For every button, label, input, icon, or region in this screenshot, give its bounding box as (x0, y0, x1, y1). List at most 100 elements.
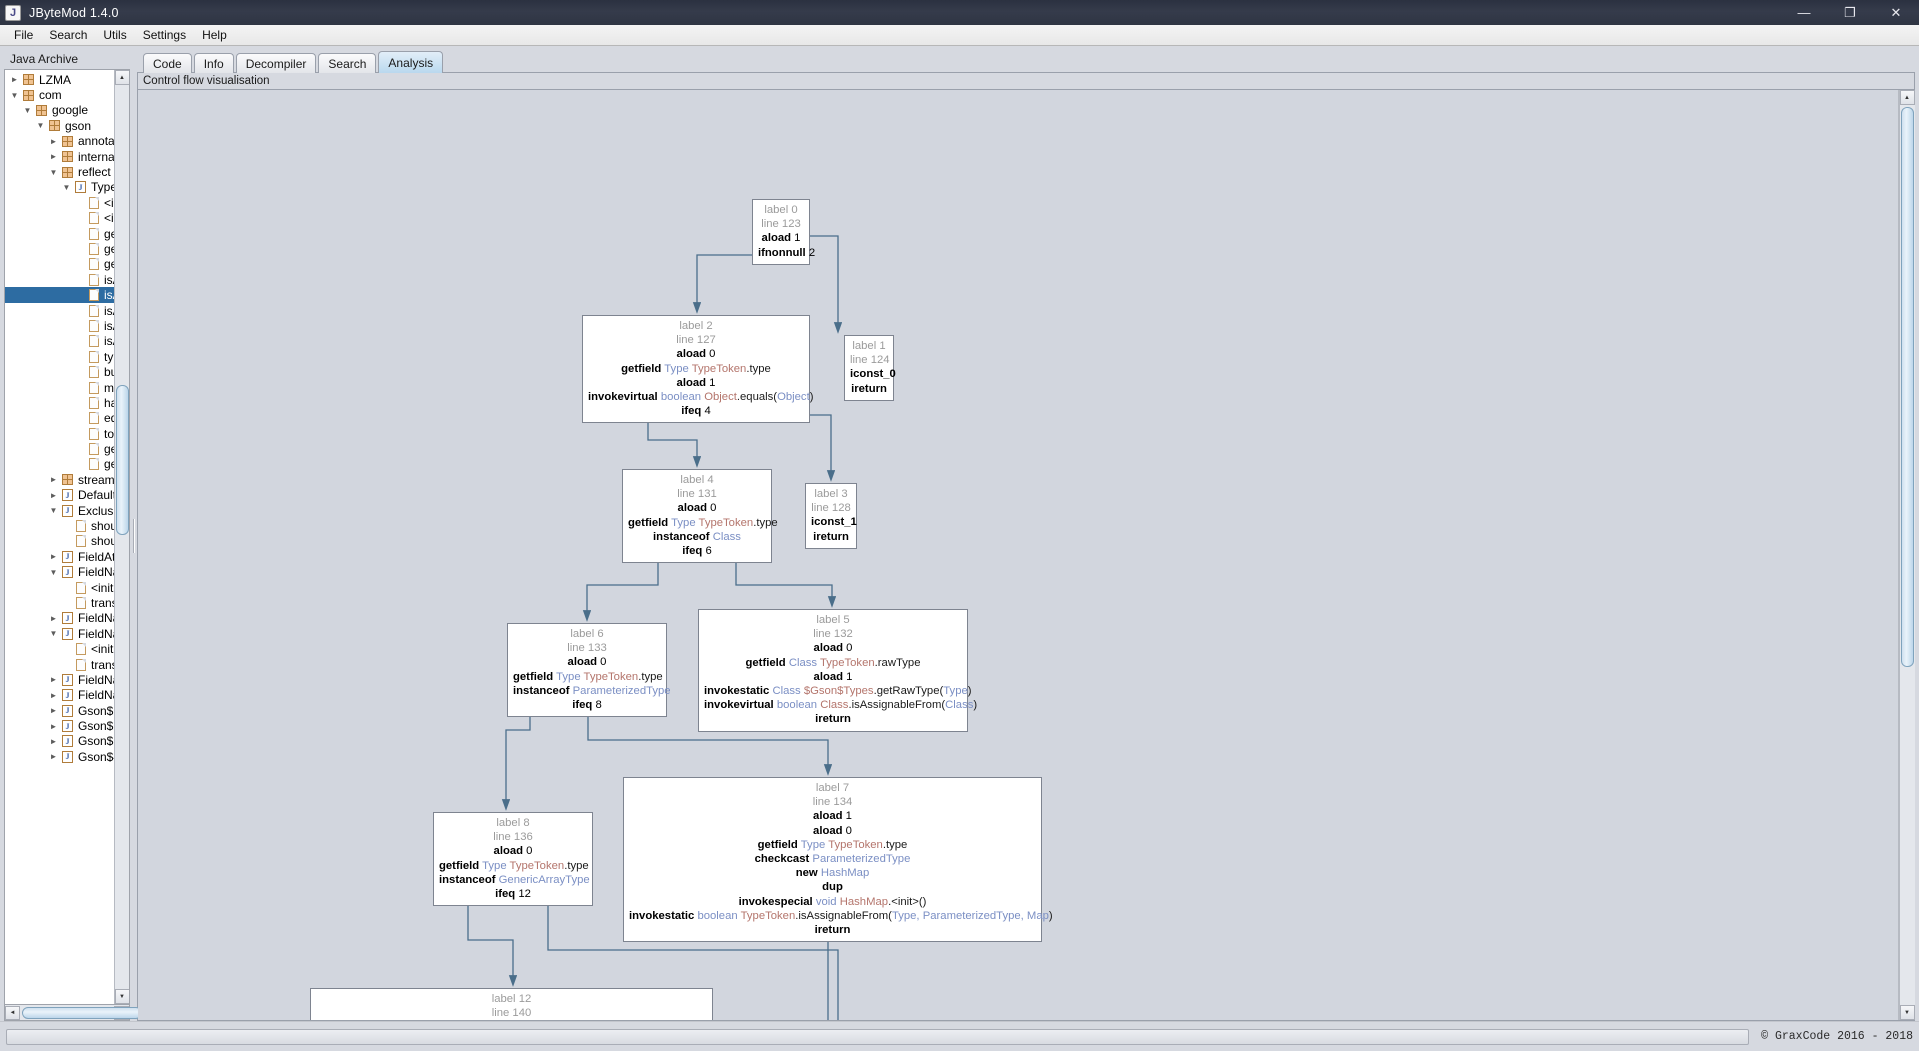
tree-item[interactable]: hashCode (5, 395, 114, 410)
tree-scroll-up-icon[interactable]: ▲ (114, 70, 129, 85)
menu-item-utils[interactable]: Utils (95, 26, 134, 44)
tree-vertical-scrollbar[interactable]: ▲ ▼ (114, 70, 129, 1004)
tree-item[interactable]: getRawType (5, 241, 114, 256)
maximize-button[interactable]: ❐ (1827, 0, 1873, 25)
tree-item[interactable]: <init> (5, 211, 114, 226)
tree-expand-toggle-open-icon[interactable]: ▼ (47, 506, 60, 515)
menu-item-search[interactable]: Search (41, 26, 95, 44)
tree-expand-toggle-open-icon[interactable]: ▼ (47, 568, 60, 577)
tree-expand-toggle-closed-icon[interactable]: ► (8, 75, 21, 84)
tree-expand-toggle-closed-icon[interactable]: ► (47, 614, 60, 623)
graph-node[interactable]: label 2 line 127 aload 0 getfield Type Type… (582, 315, 813, 424)
canvas-vertical-scrollbar[interactable]: ▲ ▼ (1899, 90, 1915, 1020)
tree-item[interactable]: buildUnex (5, 364, 114, 379)
canvas-scroll-track[interactable] (1899, 105, 1915, 1005)
tree-item[interactable]: ►JFieldNam (5, 611, 114, 626)
tree-item[interactable]: getSuper (5, 257, 114, 272)
tree-item[interactable]: should (5, 534, 114, 549)
tree-item[interactable]: isAssign (5, 287, 114, 303)
tree-expand-toggle-open-icon[interactable]: ▼ (47, 629, 60, 638)
tree-item[interactable]: typeEquals (5, 349, 114, 364)
tab-code[interactable]: Code (143, 53, 192, 73)
graph-node[interactable]: label 8 line 136 aload 0 getfield Type Type… (433, 812, 593, 907)
tree-expand-toggle-closed-icon[interactable]: ► (47, 152, 60, 161)
tree-item[interactable]: ►JGson$3 (5, 734, 114, 749)
tree-item[interactable]: ► stream (5, 472, 114, 487)
java-archive-tree[interactable]: ► LZMA ▼ com ▼ google ▼ gson ► annotations ► intern… (5, 70, 114, 1004)
minimize-button[interactable]: — (1781, 0, 1827, 25)
tree-hscroll-thumb[interactable] (22, 1006, 142, 1019)
tree-item[interactable]: get (5, 441, 114, 456)
tree-expand-toggle-closed-icon[interactable]: ► (47, 137, 60, 146)
tree-item[interactable]: ▼JExclusion (5, 503, 114, 518)
graph-node[interactable]: label 5 line 132 aload 0 getfield Class Typ… (698, 609, 977, 732)
control-flow-canvas[interactable]: label 0 line 123 aload 1 ifnonnull 2 label 2… (138, 90, 1899, 1020)
tree-expand-toggle-open-icon[interactable]: ▼ (60, 183, 73, 192)
tree-item[interactable]: ►JDefaultD (5, 488, 114, 503)
tree-expand-toggle-closed-icon[interactable]: ► (47, 752, 60, 761)
tree-expand-toggle-closed-icon[interactable]: ► (47, 675, 60, 684)
tree-item[interactable]: <init> (5, 195, 114, 210)
tree-expand-toggle-closed-icon[interactable]: ► (47, 691, 60, 700)
menu-item-settings[interactable]: Settings (135, 26, 194, 44)
tree-item[interactable]: transl (5, 595, 114, 610)
tree-expand-toggle-open-icon[interactable]: ▼ (8, 91, 21, 100)
tree-item[interactable]: ►JGson$2 (5, 718, 114, 733)
tab-decompiler[interactable]: Decompiler (235, 53, 317, 73)
tree-horizontal-scrollbar[interactable]: ◄ ► (4, 1005, 142, 1021)
tree-item[interactable]: ►JGson$4 (5, 749, 114, 764)
canvas-scroll-down-icon[interactable]: ▼ (1899, 1005, 1915, 1020)
tree-item[interactable]: should (5, 518, 114, 533)
tree-item[interactable]: ► internal (5, 149, 114, 164)
tree-expand-toggle-closed-icon[interactable]: ► (47, 722, 60, 731)
tree-item[interactable]: ▼JTypeToken (5, 180, 114, 195)
tree-item[interactable]: transl (5, 657, 114, 672)
tree-item[interactable]: ▼ gson (5, 118, 114, 133)
tree-expand-toggle-closed-icon[interactable]: ► (47, 552, 60, 561)
tree-item[interactable]: get (5, 457, 114, 472)
tree-scroll-left-icon[interactable]: ◄ (5, 1005, 20, 1020)
tree-item[interactable]: matches (5, 380, 114, 395)
tree-item[interactable]: ►JFieldAttr (5, 549, 114, 564)
tree-item[interactable]: ► annotations (5, 134, 114, 149)
tree-expand-toggle-closed-icon[interactable]: ► (47, 491, 60, 500)
tree-item[interactable]: ► LZMA (5, 72, 114, 87)
graph-node[interactable]: label 7 line 134 aload 1 aload 0 getfield Ty… (623, 777, 1053, 943)
tree-item[interactable]: toString (5, 426, 114, 441)
tree-hscroll-track[interactable] (20, 1006, 142, 1020)
tab-search[interactable]: Search (318, 53, 377, 73)
menu-item-help[interactable]: Help (194, 26, 235, 44)
graph-node[interactable]: label 3 line 128 iconst_1 ireturn (805, 483, 857, 549)
tree-item[interactable]: isAssign (5, 272, 114, 287)
tree-expand-toggle-closed-icon[interactable]: ► (47, 706, 60, 715)
canvas-scroll-up-icon[interactable]: ▲ (1899, 90, 1915, 105)
tree-item[interactable]: ▼ google (5, 103, 114, 118)
tree-item[interactable]: ►JGson$1 (5, 703, 114, 718)
tree-item[interactable]: isAssign (5, 318, 114, 333)
graph-node[interactable]: label 0 line 123 aload 1 ifnonnull 2 (752, 199, 815, 265)
tree-item[interactable]: ►JFieldNam (5, 688, 114, 703)
graph-node[interactable]: label 12line 140aload 0getfield Type Typ… (310, 988, 713, 1020)
tree-item[interactable]: <init> (5, 580, 114, 595)
graph-node[interactable]: label 1 line 124 iconst_0 ireturn (844, 335, 896, 401)
tree-scroll-thumb[interactable] (115, 385, 129, 535)
graph-node[interactable]: label 6 line 133 aload 0 getfield Type Type… (507, 623, 671, 718)
tree-item[interactable]: ▼JFieldNam (5, 626, 114, 641)
tree-expand-toggle-open-icon[interactable]: ▼ (21, 106, 34, 115)
tree-expand-toggle-closed-icon[interactable]: ► (47, 737, 60, 746)
panel-splitter[interactable] (130, 50, 137, 1021)
tree-expand-toggle-closed-icon[interactable]: ► (47, 475, 60, 484)
tree-expand-toggle-open-icon[interactable]: ▼ (47, 168, 60, 177)
tree-item[interactable]: ▼ reflect (5, 164, 114, 179)
tree-item[interactable]: isAssign (5, 303, 114, 318)
canvas-scroll-thumb[interactable] (1900, 107, 1914, 667)
tree-scroll-track[interactable] (114, 85, 129, 989)
close-button[interactable]: ✕ (1873, 0, 1919, 25)
tree-item[interactable]: <init> (5, 641, 114, 656)
tree-item[interactable]: isAssign (5, 334, 114, 349)
tree-item[interactable]: ►JFieldNam (5, 672, 114, 687)
tree-expand-toggle-open-icon[interactable]: ▼ (34, 121, 47, 130)
graph-node[interactable]: label 4 line 131 aload 0 getfield Type Type… (622, 469, 778, 564)
menu-item-file[interactable]: File (6, 26, 41, 44)
tab-analysis[interactable]: Analysis (378, 51, 444, 73)
